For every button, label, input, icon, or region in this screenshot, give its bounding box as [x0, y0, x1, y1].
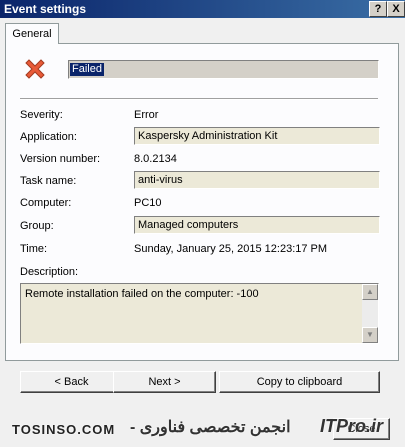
help-button[interactable]: ?	[369, 1, 387, 17]
tab-general[interactable]: General	[5, 23, 59, 44]
description-text: Remote installation failed on the comput…	[25, 288, 259, 300]
window-title: Event settings	[4, 2, 87, 16]
severity-label: Severity:	[20, 109, 63, 121]
close-window-button[interactable]: X	[387, 1, 405, 17]
time-value: Sunday, January 25, 2015 12:23:17 PM	[134, 243, 328, 255]
description-scrollbar[interactable]: ▲ ▼	[362, 284, 378, 343]
task-name-field[interactable]: anti-virus	[134, 171, 380, 189]
watermark: TOSINSO.COM انجمن تخصصی فناوری - ITPro.i…	[0, 412, 405, 447]
scroll-down-icon[interactable]: ▼	[362, 327, 378, 343]
version-label: Version number:	[20, 153, 101, 165]
separator-top	[20, 98, 378, 100]
group-label: Group:	[20, 220, 54, 232]
event-status-field[interactable]: Failed	[68, 60, 379, 79]
scroll-up-icon[interactable]: ▲	[362, 284, 378, 300]
version-value: 8.0.2134	[134, 153, 177, 165]
back-button[interactable]: < Back	[20, 371, 123, 393]
copy-to-clipboard-button[interactable]: Copy to clipboard	[219, 371, 380, 393]
application-label: Application:	[20, 131, 77, 143]
error-x-icon	[25, 59, 45, 79]
next-button[interactable]: Next >	[113, 371, 216, 393]
severity-value: Error	[134, 109, 159, 121]
description-textarea[interactable]: Remote installation failed on the comput…	[20, 283, 379, 344]
computer-label: Computer:	[20, 197, 72, 209]
time-label: Time:	[20, 243, 48, 255]
description-label: Description:	[20, 266, 79, 278]
title-bar: Event settings ? X	[0, 0, 405, 18]
watermark-left: TOSINSO.COM	[12, 422, 116, 437]
group-field[interactable]: Managed computers	[134, 216, 380, 234]
event-status-text: Failed	[70, 63, 104, 76]
task-name-label: Task name:	[20, 175, 77, 187]
watermark-middle: انجمن تخصصی فناوری -	[130, 419, 291, 436]
application-field[interactable]: Kaspersky Administration Kit	[134, 127, 380, 145]
computer-value: PC10	[134, 197, 162, 209]
watermark-right: ITPro.ir	[320, 416, 384, 436]
